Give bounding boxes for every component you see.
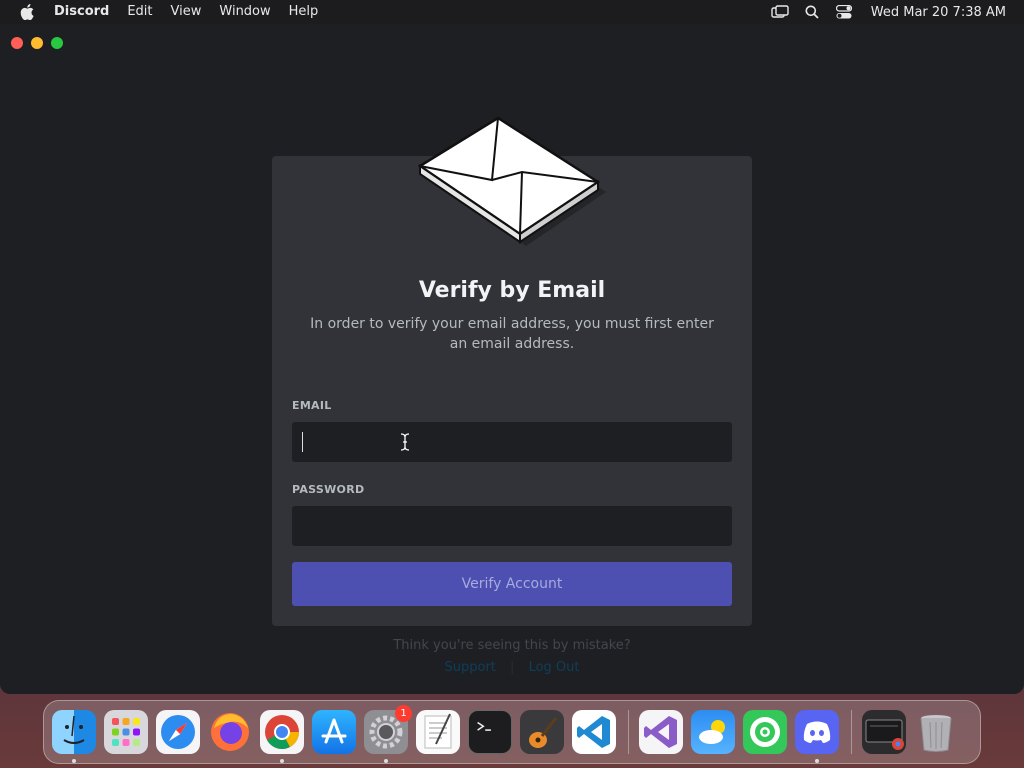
discord-window: Verify by Email In order to verify your … [0,24,1024,694]
support-link[interactable]: Support [445,660,496,675]
footer-links: Support | Log Out [272,660,752,675]
envelope-icon [417,116,606,246]
findmy-icon[interactable] [743,710,787,754]
dock-separator [851,710,852,754]
terminal-icon[interactable] [468,710,512,754]
visual-studio-icon[interactable] [639,710,683,754]
menubar-clock[interactable]: Wed Mar 20 7:38 AM [871,5,1006,20]
minimize-window-button[interactable] [31,37,43,49]
password-field[interactable] [292,506,732,546]
running-indicator [815,759,819,763]
launchpad-icon[interactable] [104,710,148,754]
link-separator: | [510,660,515,675]
running-indicator [384,759,388,763]
running-indicator [72,759,76,763]
zoom-window-button[interactable] [51,37,63,49]
apple-icon[interactable] [16,0,38,24]
email-field[interactable] [292,422,732,462]
trash-icon[interactable] [914,710,958,754]
downloads-stack-icon[interactable] [862,710,906,754]
weather-icon[interactable] [691,710,735,754]
verify-account-button[interactable]: Verify Account [292,562,732,606]
mistake-text: Think you're seeing this by mistake? [393,638,631,653]
menu-bar: Discord Edit View Window Help Wed Mar 20… [0,0,1024,24]
log-out-link[interactable]: Log Out [529,660,580,675]
menu-help[interactable]: Help [280,0,328,24]
control-center-icon[interactable] [835,4,853,20]
textedit-icon[interactable] [416,710,460,754]
screen-mirroring-icon[interactable] [771,4,789,20]
dialog-title: Verify by Email [418,278,606,303]
menu-app-name[interactable]: Discord [48,0,118,24]
garageband-icon[interactable] [520,710,564,754]
email-label: EMAIL [292,399,332,412]
vscode-icon[interactable] [572,710,616,754]
app-store-icon[interactable] [312,710,356,754]
menu-window[interactable]: Window [210,0,279,24]
safari-icon[interactable] [156,710,200,754]
notification-badge: 1 [395,705,412,722]
dialog-subtitle: In order to verify your email address, y… [310,316,714,352]
finder-icon[interactable] [52,710,96,763]
password-label: PASSWORD [292,483,365,496]
chrome-icon[interactable] [260,710,304,763]
firefox-icon[interactable] [208,710,252,754]
menu-edit[interactable]: Edit [118,0,161,24]
window-controls [11,37,63,49]
text-caret [302,432,303,452]
menu-view[interactable]: View [162,0,211,24]
running-indicator [280,759,284,763]
dock: 1 [43,700,981,764]
settings-icon[interactable]: 1 [364,705,412,763]
close-window-button[interactable] [11,37,23,49]
discord-icon[interactable] [795,710,839,763]
ibeam-cursor-icon [400,433,410,451]
dock-separator [628,710,629,754]
spotlight-search-icon[interactable] [803,4,821,20]
